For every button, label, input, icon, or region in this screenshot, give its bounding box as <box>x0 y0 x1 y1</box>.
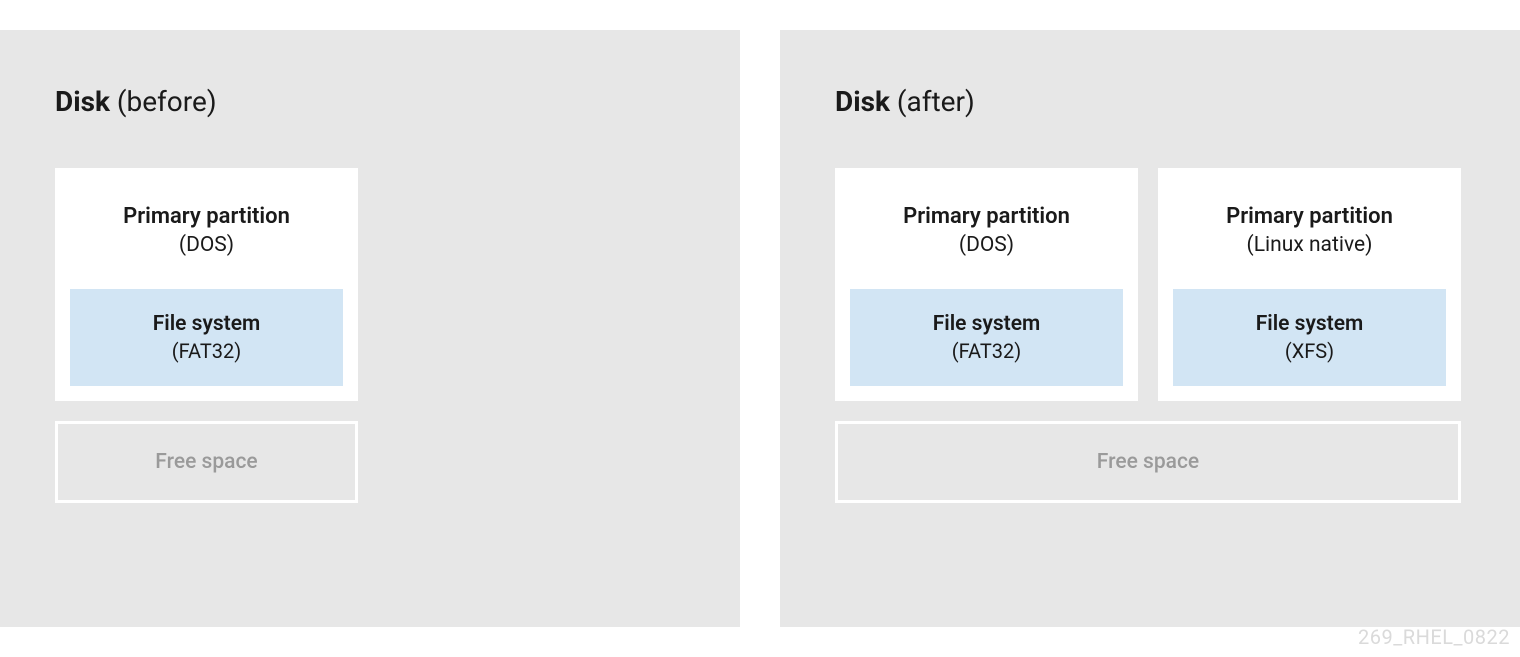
after-free-space-label: Free space <box>848 450 1448 474</box>
disk-before-title-qualifier: (before) <box>110 85 217 118</box>
after-filesystem-fat32-title: File system <box>860 311 1113 338</box>
after-partition-linux-subtitle: (Linux native) <box>1226 232 1393 259</box>
after-partition-dos-header: Primary partition (DOS) <box>903 203 1070 259</box>
before-partition-dos-subtitle: (DOS) <box>123 232 290 259</box>
after-partitions-row: Primary partition (DOS) File system (FAT… <box>835 168 1465 401</box>
after-filesystem-xfs-title: File system <box>1183 311 1436 338</box>
before-free-space: Free space <box>55 421 358 503</box>
before-partitions-row: Primary partition (DOS) File system (FAT… <box>55 168 685 401</box>
disk-after-title: Disk (after) <box>835 85 1465 118</box>
disk-after-panel: Disk (after) Primary partition (DOS) Fil… <box>780 30 1520 627</box>
before-partition-dos-header: Primary partition (DOS) <box>123 203 290 259</box>
after-partition-linux-title: Primary partition <box>1226 203 1393 232</box>
disk-before-title-bold: Disk <box>55 85 110 118</box>
after-partition-dos-title: Primary partition <box>903 203 1070 232</box>
after-partition-linux: Primary partition (Linux native) File sy… <box>1158 168 1461 401</box>
before-filesystem-fat32-title: File system <box>80 311 333 338</box>
before-free-space-label: Free space <box>68 450 345 474</box>
after-partition-linux-header: Primary partition (Linux native) <box>1226 203 1393 259</box>
after-free-space: Free space <box>835 421 1461 503</box>
after-partition-dos-subtitle: (DOS) <box>903 232 1070 259</box>
disk-before-panel: Disk (before) Primary partition (DOS) Fi… <box>0 30 740 627</box>
before-partition-dos-title: Primary partition <box>123 203 290 232</box>
after-filesystem-xfs-subtitle: (XFS) <box>1183 338 1436 364</box>
after-filesystem-fat32-subtitle: (FAT32) <box>860 338 1113 364</box>
disk-after-title-bold: Disk <box>835 85 890 118</box>
before-filesystem-fat32: File system (FAT32) <box>70 289 343 386</box>
after-partition-dos: Primary partition (DOS) File system (FAT… <box>835 168 1138 401</box>
after-filesystem-fat32: File system (FAT32) <box>850 289 1123 386</box>
disk-after-title-qualifier: (after) <box>890 85 975 118</box>
disk-before-title: Disk (before) <box>55 85 685 118</box>
watermark: 269_RHEL_0822 <box>1358 625 1510 649</box>
after-filesystem-xfs: File system (XFS) <box>1173 289 1446 386</box>
before-partition-dos: Primary partition (DOS) File system (FAT… <box>55 168 358 401</box>
before-filesystem-fat32-subtitle: (FAT32) <box>80 338 333 364</box>
